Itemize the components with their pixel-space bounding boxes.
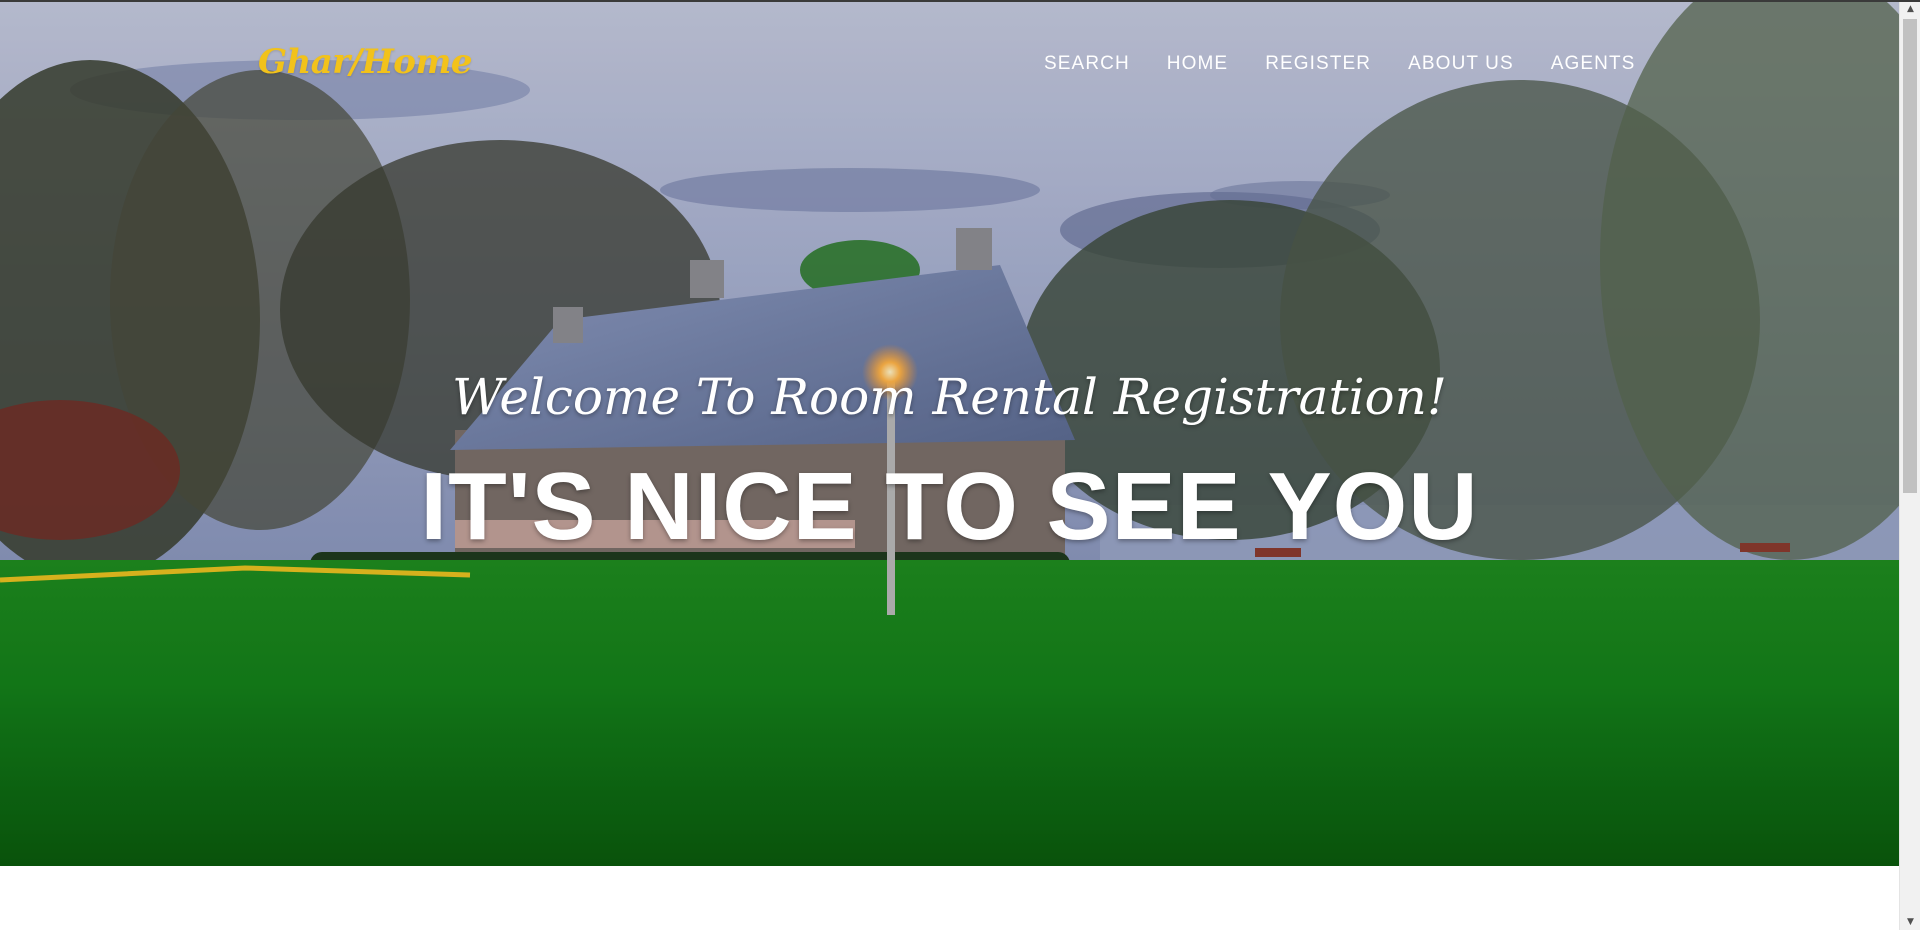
nav-item-search[interactable]: SEARCH — [1044, 53, 1130, 75]
scrollbar-thumb[interactable] — [1903, 19, 1917, 493]
scroll-down-arrow-icon[interactable]: ▼ — [1900, 913, 1920, 930]
nav-item-register[interactable]: REGISTER — [1265, 53, 1371, 75]
scroll-up-arrow-icon[interactable]: ▲ — [1900, 0, 1920, 17]
nav-item-about-us[interactable]: ABOUT US — [1408, 53, 1514, 75]
vertical-scrollbar[interactable]: ▲ ▼ — [1899, 0, 1920, 930]
hero-section: Ghar/Home SEARCH HOME REGISTER ABOUT US … — [0, 0, 1899, 866]
nav-item-agents[interactable]: AGENTS — [1551, 53, 1636, 75]
window-top-border — [0, 0, 1920, 2]
hero-welcome-text: Welcome To Room Rental Registration! — [452, 368, 1447, 426]
brand-logo[interactable]: Ghar/Home — [258, 42, 473, 82]
hero-overlay — [0, 0, 1899, 866]
main-nav: SEARCH HOME REGISTER ABOUT US AGENTS — [1044, 53, 1672, 75]
nav-item-home[interactable]: HOME — [1167, 53, 1228, 75]
hero-headline: IT'S NICE TO SEE YOU — [420, 453, 1479, 560]
page-viewport: Ghar/Home SEARCH HOME REGISTER ABOUT US … — [0, 0, 1899, 930]
